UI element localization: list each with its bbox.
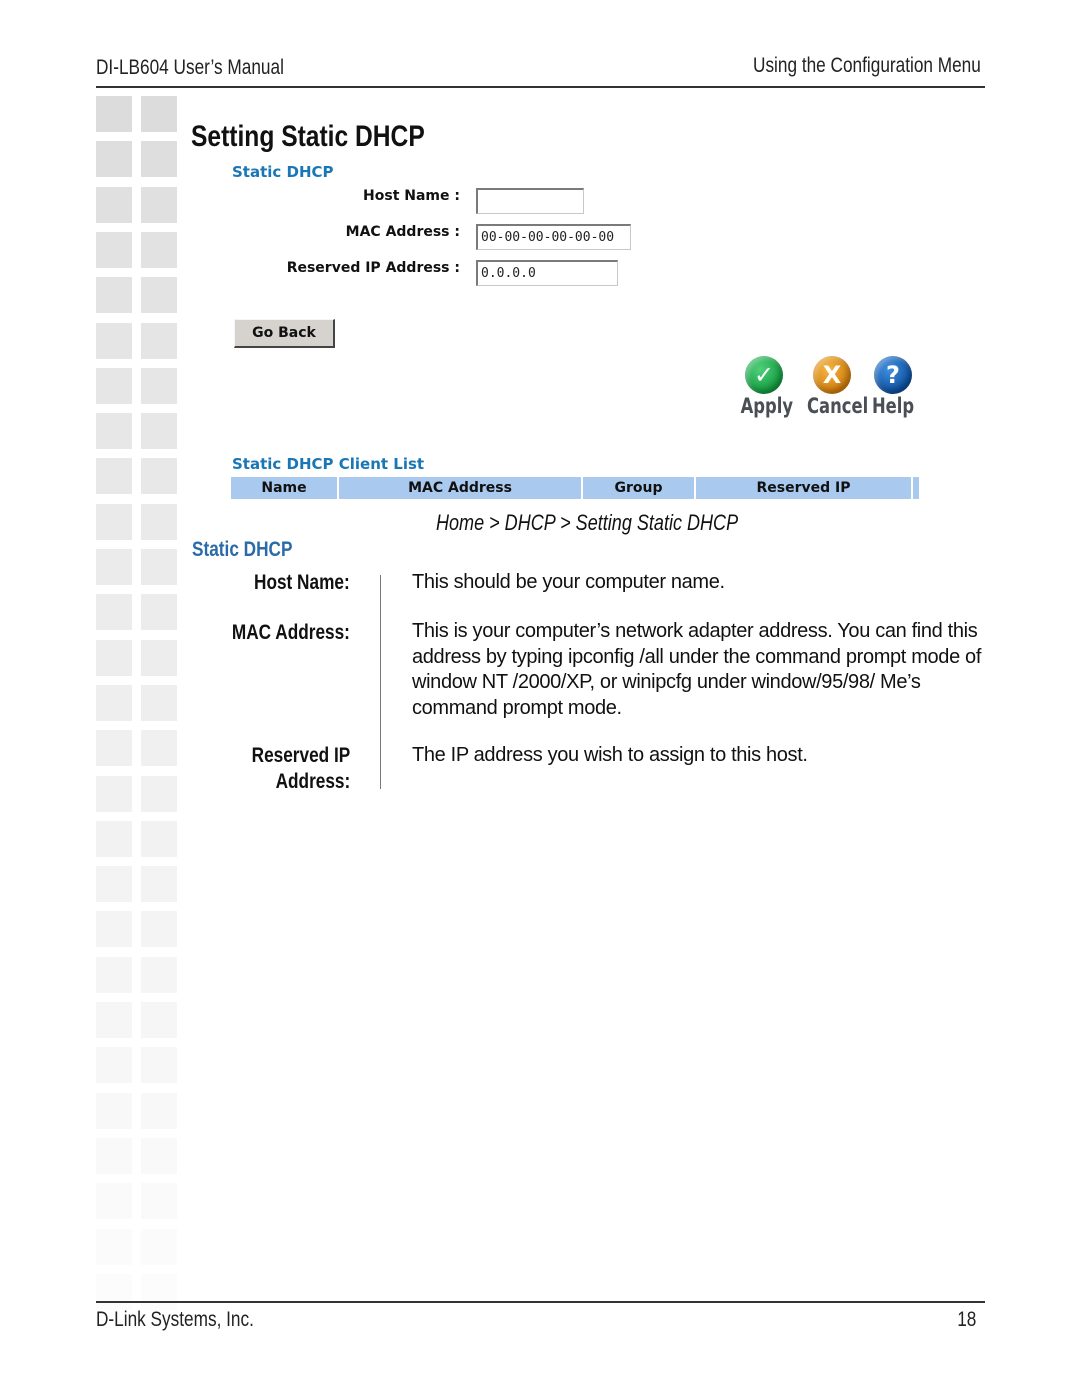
decorative-square (96, 1228, 132, 1265)
host-name-label: Host Name : (363, 188, 460, 204)
chapter-title: Using the Configuration Menu (753, 54, 981, 77)
decorative-square (96, 594, 132, 631)
column-header-extra (913, 477, 919, 499)
decorative-square (96, 1183, 132, 1220)
column-header-group: Group (583, 477, 694, 499)
decorative-square (96, 322, 132, 359)
decorative-square (96, 413, 132, 450)
decorative-square (141, 775, 177, 812)
decorative-square (141, 594, 177, 631)
decorative-squares (96, 96, 180, 1310)
mac-address-input[interactable] (476, 224, 631, 250)
decorative-square (141, 911, 177, 948)
decorative-square (141, 141, 177, 178)
term-mac-address: MAC Address: (231, 621, 350, 644)
description-host-name: This should be your computer name. (412, 571, 725, 593)
decorative-square (96, 684, 132, 721)
check-icon: ✓ (745, 356, 783, 394)
decorative-square (96, 277, 132, 314)
description-reserved-ip: The IP address you wish to assign to thi… (412, 744, 808, 766)
decorative-square (141, 503, 177, 540)
decorative-square (96, 775, 132, 812)
decorative-square (96, 1137, 132, 1174)
x-icon: X (813, 356, 851, 394)
panel-title: Static DHCP (232, 163, 334, 181)
client-list-table: Name MAC Address Group Reserved IP (231, 477, 919, 499)
header-divider (96, 86, 985, 88)
decorative-square (141, 1047, 177, 1084)
decorative-square (141, 277, 177, 314)
decorative-square (141, 866, 177, 903)
company-name: D-Link Systems, Inc. (96, 1308, 254, 1331)
apply-label: Apply (740, 394, 794, 418)
decorative-square (141, 413, 177, 450)
cancel-button[interactable]: X Cancel (800, 356, 869, 418)
decorative-square (141, 1092, 177, 1129)
decorative-square (96, 549, 132, 585)
footer-divider (96, 1301, 985, 1303)
decorative-square (96, 367, 132, 404)
host-name-input[interactable] (476, 188, 584, 214)
decorative-square (141, 730, 177, 767)
decorative-square (96, 911, 132, 948)
term-line: Reserved IP (251, 744, 350, 767)
figure-caption: Home > DHCP > Setting Static DHCP (436, 510, 739, 535)
help-label: Help (871, 394, 915, 418)
page-number: 18 (956, 1308, 976, 1331)
decorative-square (141, 1228, 177, 1265)
manual-title: DI-LB604 User’s Manual (96, 56, 284, 79)
decorative-square (141, 956, 177, 993)
decorative-square (96, 231, 132, 268)
decorative-square (141, 820, 177, 857)
decorative-square (96, 639, 132, 676)
mac-address-label: MAC Address : (345, 224, 460, 240)
decorative-square (96, 503, 132, 540)
decorative-square (141, 1273, 177, 1310)
cancel-label: Cancel (807, 394, 869, 418)
decorative-square (96, 1273, 132, 1310)
term-line: Address: (275, 770, 350, 793)
decorative-square (96, 730, 132, 767)
decorative-square (96, 96, 132, 132)
description-mac-address: This is your computer’s network adapter … (412, 620, 982, 719)
apply-button[interactable]: ✓ Apply (734, 356, 794, 418)
decorative-square (96, 1092, 132, 1129)
decorative-square (141, 1002, 177, 1038)
page-title: Setting Static DHCP (191, 120, 425, 153)
question-icon: ? (874, 356, 912, 394)
column-header-reserved-ip: Reserved IP (696, 477, 911, 499)
reserved-ip-input[interactable] (476, 260, 618, 286)
help-button[interactable]: ? Help (866, 356, 920, 418)
decorative-square (96, 1047, 132, 1084)
decorative-square (96, 956, 132, 993)
decorative-square (141, 186, 177, 223)
decorative-square (96, 141, 132, 178)
decorative-square (141, 1137, 177, 1174)
decorative-square (141, 549, 177, 585)
go-back-button[interactable]: Go Back (234, 319, 335, 348)
decorative-square (96, 186, 132, 223)
column-header-name: Name (231, 477, 337, 499)
reserved-ip-label: Reserved IP Address : (286, 260, 460, 276)
decorative-square (96, 866, 132, 903)
decorative-square (141, 458, 177, 495)
decorative-square (141, 367, 177, 404)
section-title: Static DHCP (192, 538, 293, 561)
decorative-square (141, 322, 177, 359)
column-header-mac-address: MAC Address (339, 477, 581, 499)
client-list-title: Static DHCP Client List (232, 455, 425, 473)
decorative-square (141, 684, 177, 721)
decorative-square (141, 231, 177, 268)
decorative-square (96, 820, 132, 857)
decorative-square (141, 96, 177, 132)
decorative-square (96, 1002, 132, 1038)
term-reserved-ip-address: Reserved IP Address: (251, 743, 350, 795)
decorative-square (96, 458, 132, 495)
definition-divider (380, 575, 381, 789)
decorative-square (141, 639, 177, 676)
term-host-name: Host Name: (254, 571, 350, 594)
decorative-square (141, 1183, 177, 1220)
